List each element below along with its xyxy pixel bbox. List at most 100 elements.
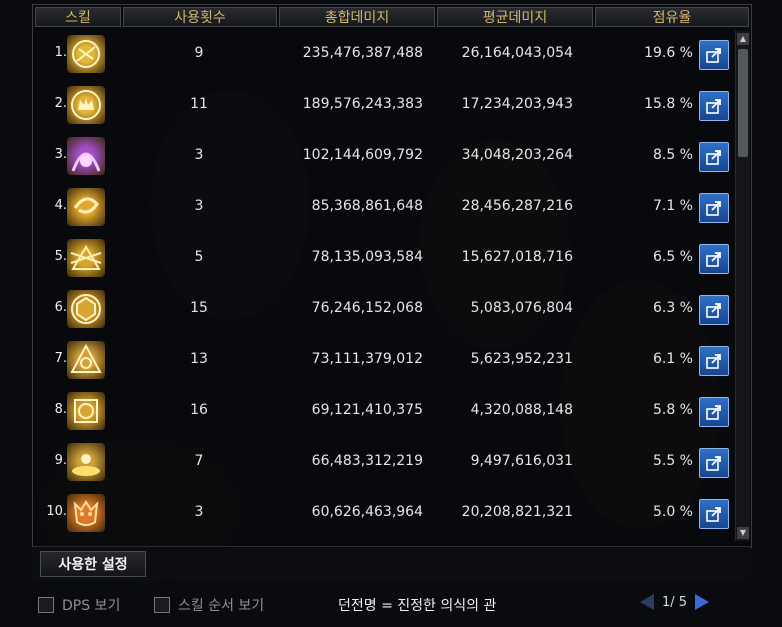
total-damage: 66,483,312,219 — [311, 453, 423, 469]
damage-share: 5.5 % — [652, 453, 693, 469]
damage-share: 6.5 % — [652, 249, 693, 265]
table-row: 5. 5 78,135,093,584 15,627,018,716 6.5 % — [33, 235, 733, 285]
table-header: 스킬 사용횟수 총합데미지 평균데미지 점유율 — [33, 5, 751, 29]
use-count: 13 — [190, 351, 208, 367]
skill-order-checkbox[interactable] — [154, 597, 170, 613]
skill-order-label: 스킬 순서 보기 — [178, 598, 265, 614]
rank-number: 1. — [54, 45, 67, 60]
skill-icon-rune-circle — [67, 35, 105, 73]
export-icon[interactable] — [699, 346, 729, 376]
export-icon[interactable] — [699, 244, 729, 274]
scroll-up-icon[interactable]: ▲ — [737, 33, 749, 45]
header-uses: 사용횟수 — [123, 7, 277, 27]
dps-label: DPS 보기 — [62, 598, 121, 614]
average-damage: 5,623,952,231 — [470, 351, 573, 367]
export-icon[interactable] — [699, 142, 729, 172]
skill-icon-burst — [67, 239, 105, 277]
damage-share: 6.3 % — [652, 300, 693, 316]
total-damage: 76,246,152,068 — [311, 300, 423, 316]
total-damage: 102,144,609,792 — [302, 147, 423, 163]
rank-number: 10. — [46, 504, 67, 519]
table-row: 8. 16 69,121,410,375 4,320,088,148 5.8 % — [33, 388, 733, 438]
tab-used-settings[interactable]: 사용한 설정 — [40, 551, 146, 577]
average-damage: 9,497,616,031 — [470, 453, 573, 469]
use-count: 11 — [190, 96, 208, 112]
rank-number: 9. — [54, 453, 67, 468]
rank-number: 2. — [54, 96, 67, 111]
total-damage: 60,626,463,964 — [311, 504, 423, 520]
total-damage: 189,576,243,383 — [302, 96, 423, 112]
scroll-down-icon[interactable]: ▼ — [737, 527, 749, 539]
damage-share: 8.5 % — [652, 147, 693, 163]
export-icon[interactable] — [699, 40, 729, 70]
pager: 1/ 5 — [640, 594, 710, 610]
rank-number: 8. — [54, 402, 67, 417]
export-icon[interactable] — [699, 448, 729, 478]
tab-bar: 사용한 설정 — [32, 546, 750, 581]
average-damage: 26,164,043,054 — [461, 45, 573, 61]
dps-toggle[interactable]: DPS 보기 — [38, 595, 120, 615]
average-damage: 4,320,088,148 — [470, 402, 573, 418]
skill-icon-gold-pile — [67, 443, 105, 481]
total-damage: 78,135,093,584 — [311, 249, 423, 265]
average-damage: 5,083,076,804 — [470, 300, 573, 316]
total-damage: 235,476,387,488 — [302, 45, 423, 61]
dps-checkbox[interactable] — [38, 597, 54, 613]
header-skill: 스킬 — [35, 7, 121, 27]
use-count: 9 — [194, 45, 204, 61]
table-row: 4. 3 85,368,861,648 28,456,287,216 7.1 % — [33, 184, 733, 234]
rank-number: 3. — [54, 147, 67, 162]
use-count: 7 — [194, 453, 204, 469]
skill-icon-demon-face — [67, 494, 105, 532]
header-share: 점유율 — [595, 7, 749, 27]
use-count: 3 — [194, 504, 204, 520]
use-count: 15 — [190, 300, 208, 316]
dungeon-name: 던전명 = 진정한 의식의 관 — [338, 598, 497, 614]
page-indicator: 1/ 5 — [662, 594, 688, 610]
damage-share: 7.1 % — [652, 198, 693, 214]
average-damage: 20,208,821,321 — [461, 504, 573, 520]
skill-icon-crown — [67, 86, 105, 124]
export-icon[interactable] — [699, 499, 729, 529]
table-row: 6. 15 76,246,152,068 5,083,076,804 6.3 % — [33, 286, 733, 336]
average-damage: 17,234,203,943 — [461, 96, 573, 112]
table-row: 1. 9 235,476,387,488 26,164,043,054 19.6… — [33, 31, 733, 81]
average-damage: 34,048,203,264 — [461, 147, 573, 163]
scrollbar[interactable]: ▲ ▼ — [735, 31, 750, 541]
skill-order-toggle[interactable]: 스킬 순서 보기 — [154, 595, 264, 615]
rank-number: 4. — [54, 198, 67, 213]
table-row: 10. 3 60,626,463,964 20,208,821,321 5.0 … — [33, 490, 733, 540]
use-count: 5 — [194, 249, 204, 265]
rank-number: 5. — [54, 249, 67, 264]
header-total: 총합데미지 — [279, 7, 435, 27]
header-average: 평균데미지 — [437, 7, 593, 27]
total-damage: 73,111,379,012 — [311, 351, 423, 367]
use-count: 16 — [190, 402, 208, 418]
rank-number: 6. — [54, 300, 67, 315]
average-damage: 15,627,018,716 — [461, 249, 573, 265]
export-icon[interactable] — [699, 397, 729, 427]
skill-icon-swirl — [67, 188, 105, 226]
next-page-icon[interactable] — [695, 594, 710, 610]
total-damage: 85,368,861,648 — [311, 198, 423, 214]
use-count: 3 — [194, 198, 204, 214]
damage-share: 5.8 % — [652, 402, 693, 418]
rank-number: 7. — [54, 351, 67, 366]
bottom-bar: DPS 보기 스킬 순서 보기 던전명 = 진정한 의식의 관 1/ 5 — [32, 584, 750, 624]
skill-icon-hex-rune — [67, 290, 105, 328]
skill-icon-purple-aura — [67, 137, 105, 175]
export-icon[interactable] — [699, 295, 729, 325]
table-row: 9. 7 66,483,312,219 9,497,616,031 5.5 % — [33, 439, 733, 489]
skill-damage-panel: 스킬 사용횟수 총합데미지 평균데미지 점유율 1. 9 235,476,387… — [32, 4, 752, 548]
skill-icon-triangle-rune — [67, 341, 105, 379]
table-row: 2. 11 189,576,243,383 17,234,203,943 15.… — [33, 82, 733, 132]
table-row: 3. 3 102,144,609,792 34,048,203,264 8.5 … — [33, 133, 733, 183]
total-damage: 69,121,410,375 — [311, 402, 423, 418]
scroll-thumb[interactable] — [738, 49, 748, 157]
table-row: 7. 13 73,111,379,012 5,623,952,231 6.1 % — [33, 337, 733, 387]
average-damage: 28,456,287,216 — [461, 198, 573, 214]
use-count: 3 — [194, 147, 204, 163]
export-icon[interactable] — [699, 91, 729, 121]
export-icon[interactable] — [699, 193, 729, 223]
prev-page-icon[interactable] — [640, 594, 654, 610]
